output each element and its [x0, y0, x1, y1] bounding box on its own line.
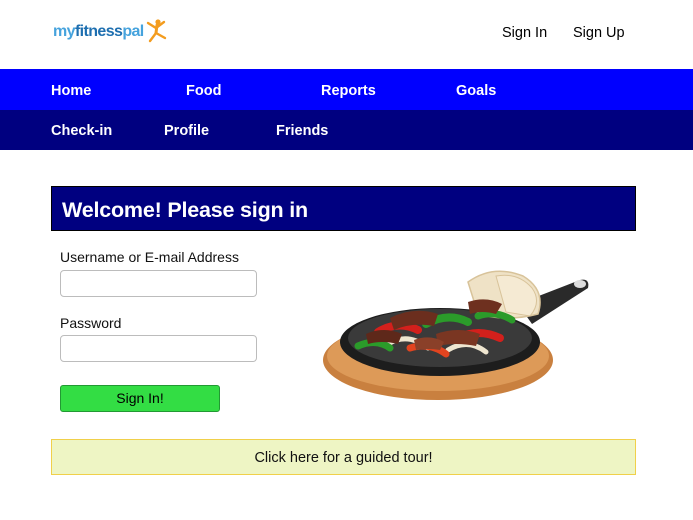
sign-up-link[interactable]: Sign Up [573, 24, 625, 42]
nav-item-reports[interactable]: Reports [321, 82, 376, 100]
nav-item-check-in[interactable]: Check-in [51, 122, 112, 140]
secondary-nav: Check-in Profile Friends [0, 110, 693, 150]
site-header: myfitnesspal Sign In Sign Up [0, 0, 693, 69]
logo-text-my: my [53, 23, 76, 40]
nav-item-home[interactable]: Home [51, 82, 91, 100]
sign-in-link[interactable]: Sign In [502, 24, 547, 42]
guided-tour-link[interactable]: Click here for a guided tour! [52, 449, 635, 467]
nav-item-friends[interactable]: Friends [276, 122, 328, 140]
password-label: Password [60, 315, 122, 331]
myfitnesspal-logo[interactable]: myfitnesspal [53, 18, 170, 46]
fajitas-skillet-image [323, 270, 589, 400]
welcome-banner: Welcome! Please sign in [51, 186, 636, 231]
username-field[interactable] [60, 270, 257, 297]
nav-item-goals[interactable]: Goals [456, 82, 496, 100]
jumping-person-icon [146, 19, 166, 43]
logo-text-fitness: fitness [74, 23, 123, 40]
password-field[interactable] [60, 335, 257, 362]
sign-in-button[interactable]: Sign In! [60, 385, 220, 412]
username-label: Username or E-mail Address [60, 249, 239, 265]
logo-text-pal: pal [122, 23, 144, 40]
guided-tour-bar[interactable]: Click here for a guided tour! [51, 439, 636, 475]
page-title: Welcome! Please sign in [62, 198, 308, 222]
skillet-handle-hole [574, 280, 586, 288]
nav-item-profile[interactable]: Profile [164, 122, 209, 140]
primary-nav: Home Food Reports Goals [0, 69, 693, 110]
logo-text: myfitnesspal [53, 18, 144, 46]
nav-item-food[interactable]: Food [186, 82, 221, 100]
